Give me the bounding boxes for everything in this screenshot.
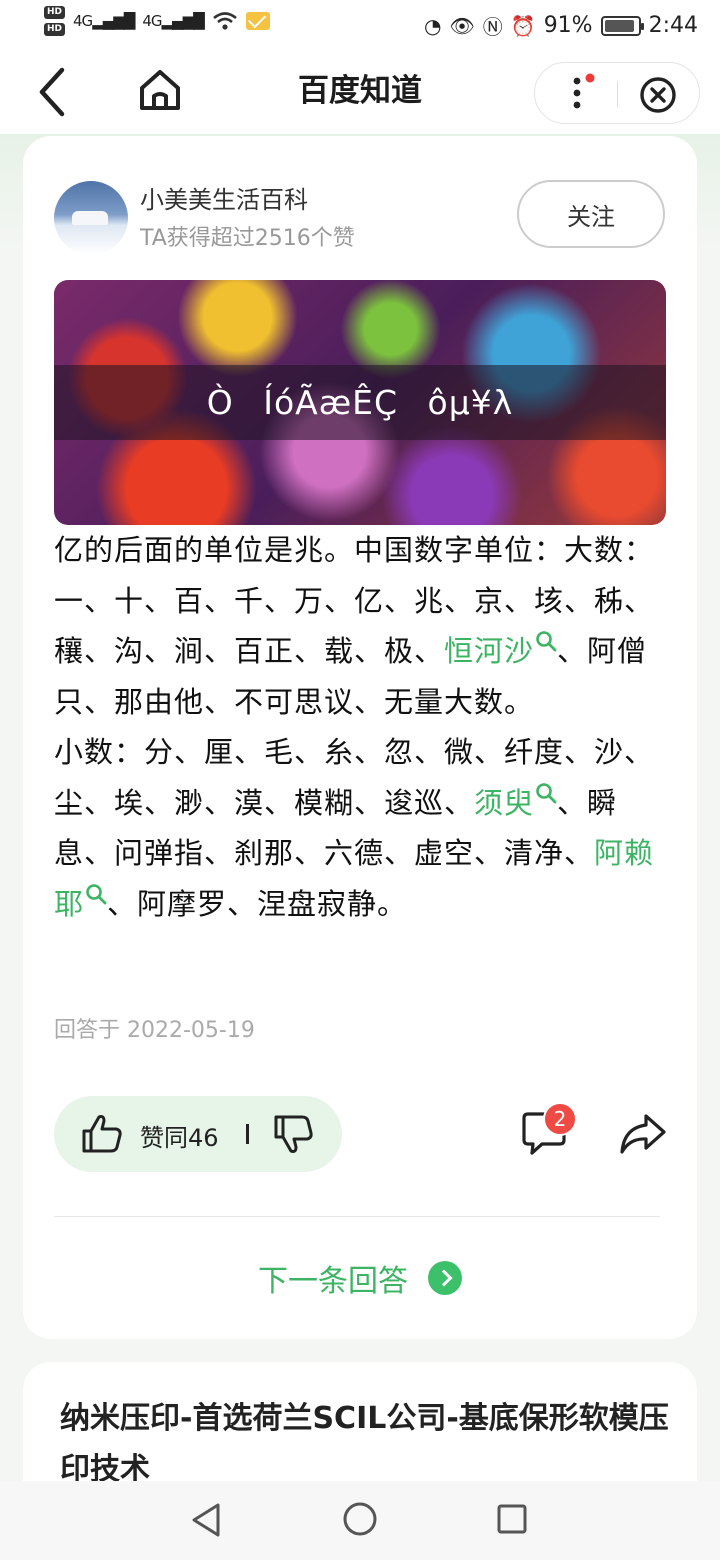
banner-caption: Ò ÍóÃæÊÇ ôµ¥λ — [54, 365, 666, 440]
eye-comfort-icon: 👁 — [449, 13, 475, 38]
signal-icon: 4G▂▄▆█ — [73, 12, 135, 30]
capsule-divider — [617, 81, 618, 107]
next-answer-label: 下一条回答 — [258, 1264, 408, 1299]
search-icon — [536, 631, 557, 652]
share-icon[interactable] — [618, 1110, 668, 1156]
wifi-icon — [212, 12, 237, 30]
data-saver-icon: ◔ — [423, 13, 442, 38]
answer-card: 小美美生活百科 TA获得超过2516个赞 关注 Ò ÍóÃæÊÇ ôµ¥λ 亿的… — [23, 136, 697, 1339]
vote-divider — [246, 1124, 249, 1144]
keyword-link-hengheisha[interactable]: 恒河沙 — [444, 631, 557, 668]
hd-badge: HD — [44, 23, 66, 36]
answer-banner-image: Ò ÍóÃæÊÇ ôµ¥λ — [54, 280, 666, 525]
author-likes-total: TA获得超过2516个赞 — [140, 226, 355, 251]
ad-title[interactable]: 纳米压印-首选荷兰SCIL公司-基底保形软模压印技术 — [60, 1393, 670, 1495]
follow-button[interactable]: 关注 — [517, 180, 665, 248]
search-icon — [536, 782, 557, 803]
network-label: 4G — [73, 12, 93, 30]
nfc-icon: Ⓝ — [482, 15, 503, 39]
upvote-label[interactable]: 赞同46 — [140, 1118, 219, 1153]
search-icon — [86, 883, 107, 904]
system-nav-bar — [0, 1481, 720, 1560]
battery-level — [604, 19, 634, 32]
section-divider — [54, 1216, 660, 1217]
battery-icon — [600, 15, 644, 36]
signal-icon: 4G▂▄▆█ — [142, 12, 204, 30]
answer-text: 亿的后面的单位是兆。中国数字单位：大数：一、十、百、千、万、亿、兆、京、垓、秭、… — [54, 525, 666, 929]
close-icon[interactable] — [638, 75, 678, 115]
next-answer-button[interactable]: 下一条回答 — [23, 1256, 697, 1300]
thumbs-down-icon[interactable] — [272, 1113, 314, 1155]
sim-indicators: HD HD — [44, 6, 66, 36]
battery-percent: 91% — [543, 13, 593, 38]
thumbs-up-icon[interactable] — [80, 1113, 124, 1155]
clock: 2:44 — [648, 13, 698, 38]
nav-recents-icon[interactable] — [496, 1503, 528, 1535]
keyword-text: 须臾 — [474, 785, 535, 820]
mini-program-capsule — [534, 62, 700, 124]
author-name[interactable]: 小美美生活百科 — [140, 180, 308, 215]
mail-notification-icon — [245, 12, 270, 30]
answer-date: 回答于 2022-05-19 — [54, 1018, 255, 1043]
answer-segment: 、阿摩罗、涅盘寂静。 — [107, 886, 408, 921]
status-left: HD HD 4G▂▄▆█ 4G▂▄▆█ — [44, 6, 270, 36]
vote-pill: 赞同46 — [54, 1096, 342, 1172]
nav-home-icon[interactable] — [342, 1501, 378, 1537]
status-right: ◔ 👁 Ⓝ ⏰ 91% 2:44 — [424, 11, 698, 40]
network-label: 4G — [142, 12, 162, 30]
chevron-right-icon — [428, 1261, 462, 1295]
app-header: 百度知道 — [0, 52, 720, 134]
comment-count-badge: 2 — [543, 1102, 577, 1136]
keyword-link-xuyu[interactable]: 须臾 — [474, 782, 557, 820]
alarm-icon: ⏰ — [510, 13, 536, 38]
hd-badge: HD — [44, 6, 66, 19]
status-bar: HD HD 4G▂▄▆█ 4G▂▄▆█ ◔ 👁 Ⓝ ⏰ 91% 2:44 — [0, 0, 720, 52]
avatar[interactable] — [54, 181, 128, 255]
keyword-text: 恒河沙 — [444, 634, 535, 668]
more-icon[interactable] — [567, 73, 595, 115]
nav-back-icon[interactable] — [190, 1501, 224, 1539]
